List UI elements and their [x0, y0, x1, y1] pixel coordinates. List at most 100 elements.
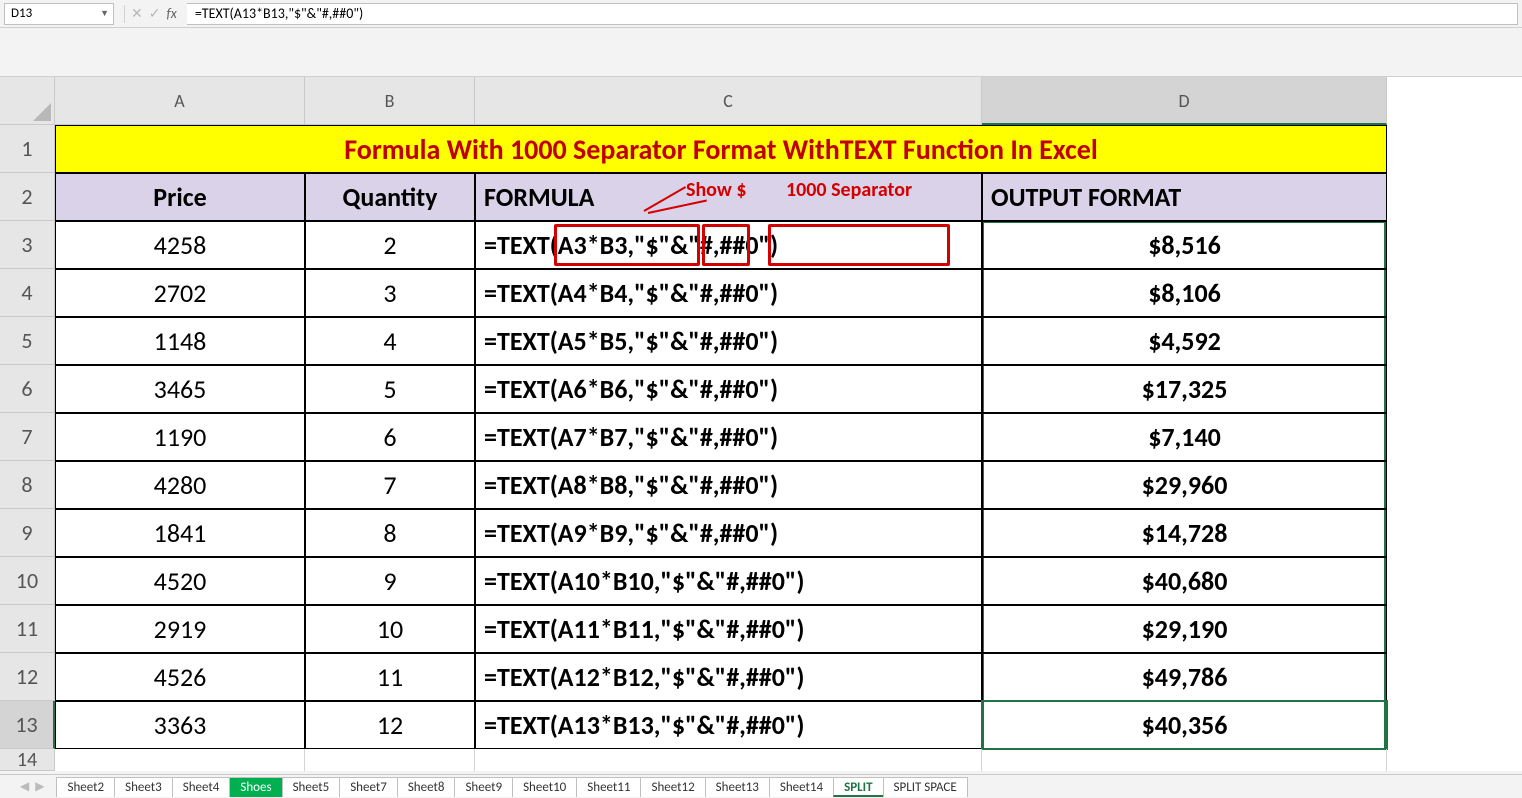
cell-D8[interactable]: $29,960 — [982, 461, 1387, 509]
cell-D11[interactable]: $29,190 — [982, 605, 1387, 653]
sheet-tab[interactable]: Sheet2 — [56, 777, 115, 797]
sheet-tab[interactable]: Sheet4 — [172, 777, 231, 797]
cell-B5[interactable]: 4 — [305, 317, 475, 365]
cell-D13[interactable]: $40,356 — [982, 701, 1387, 749]
formula-text: =TEXT(A13*B13,"$"&"#,##0") — [195, 5, 363, 22]
row-header-11[interactable]: 11 — [0, 605, 55, 653]
col-header-C[interactable]: C — [475, 77, 982, 125]
cell-C12[interactable]: =TEXT(A12*B12,"$"&"#,##0") — [475, 653, 982, 701]
cell-B9[interactable]: 8 — [305, 509, 475, 557]
header-formula[interactable]: FORMULA Show $ 1000 Separator — [475, 173, 982, 221]
cell-C5[interactable]: =TEXT(A5*B5,"$"&"#,##0") — [475, 317, 982, 365]
cell-A14[interactable] — [55, 749, 305, 771]
cell-A5[interactable]: 1148 — [55, 317, 305, 365]
cell-D5[interactable]: $4,592 — [982, 317, 1387, 365]
select-all-corner[interactable] — [0, 77, 55, 125]
tab-prev-icon[interactable]: ◀ — [20, 779, 29, 794]
cell-B3[interactable]: 2 — [305, 221, 475, 269]
cell-C8[interactable]: =TEXT(A8*B8,"$"&"#,##0") — [475, 461, 982, 509]
col-header-D[interactable]: D — [982, 77, 1387, 125]
cell-B11[interactable]: 10 — [305, 605, 475, 653]
cell-C13[interactable]: =TEXT(A13*B13,"$"&"#,##0") — [475, 701, 982, 749]
sheet-tab[interactable]: Sheet3 — [114, 777, 173, 797]
sheet-tab[interactable]: Shoes — [229, 777, 282, 797]
cell-A9[interactable]: 1841 — [55, 509, 305, 557]
sheet-tab[interactable]: Sheet12 — [640, 777, 705, 797]
cell-B8[interactable]: 7 — [305, 461, 475, 509]
cell-D3[interactable]: $8,516 — [982, 221, 1387, 269]
row-header-5[interactable]: 5 — [0, 317, 55, 365]
cell-D9[interactable]: $14,728 — [982, 509, 1387, 557]
row-header-4[interactable]: 4 — [0, 269, 55, 317]
cell-B14[interactable] — [305, 749, 475, 771]
cell-D10[interactable]: $40,680 — [982, 557, 1387, 605]
row-header-8[interactable]: 8 — [0, 461, 55, 509]
cell-B7[interactable]: 6 — [305, 413, 475, 461]
header-price[interactable]: Price — [55, 173, 305, 221]
title-cell[interactable]: Formula With 1000 Separator Format WithT… — [55, 125, 1387, 173]
cell-C4[interactable]: =TEXT(A4*B4,"$"&"#,##0") — [475, 269, 982, 317]
header-quantity[interactable]: Quantity — [305, 173, 475, 221]
formula-input[interactable]: =TEXT(A13*B13,"$"&"#,##0") — [187, 3, 1518, 25]
cell-C11[interactable]: =TEXT(A11*B11,"$"&"#,##0") — [475, 605, 982, 653]
row-header-7[interactable]: 7 — [0, 413, 55, 461]
row-header-12[interactable]: 12 — [0, 653, 55, 701]
fx-icon[interactable]: fx — [166, 5, 176, 22]
sheet-tab[interactable]: Sheet9 — [454, 777, 513, 797]
sheet-tab[interactable]: Sheet13 — [705, 777, 770, 797]
cell-C3[interactable]: =TEXT(A3*B3,"$"&"#,##0") — [475, 221, 982, 269]
cell-B10[interactable]: 9 — [305, 557, 475, 605]
cell-C9[interactable]: =TEXT(A9*B9,"$"&"#,##0") — [475, 509, 982, 557]
accept-icon[interactable]: ✓ — [149, 5, 161, 22]
cell-A13[interactable]: 3363 — [55, 701, 305, 749]
row-header-14[interactable]: 14 — [0, 749, 55, 771]
col-header-B[interactable]: B — [305, 77, 475, 125]
sheet-tab[interactable]: Sheet7 — [339, 777, 398, 797]
sheet-tab[interactable]: Sheet10 — [512, 777, 577, 797]
cell-A7[interactable]: 1190 — [55, 413, 305, 461]
cell-B12[interactable]: 11 — [305, 653, 475, 701]
row-header-10[interactable]: 10 — [0, 557, 55, 605]
cell-C14[interactable] — [475, 749, 982, 771]
cell-B13[interactable]: 12 — [305, 701, 475, 749]
row-header-3[interactable]: 3 — [0, 221, 55, 269]
cell-B4[interactable]: 3 — [305, 269, 475, 317]
cell-D12[interactable]: $49,786 — [982, 653, 1387, 701]
cell-A3[interactable]: 4258 — [55, 221, 305, 269]
cell-C7[interactable]: =TEXT(A7*B7,"$"&"#,##0") — [475, 413, 982, 461]
spreadsheet-grid[interactable]: A B C D 1 Formula With 1000 Separator Fo… — [0, 77, 1522, 771]
row-header-2[interactable]: 2 — [0, 173, 55, 221]
cell-B6[interactable]: 5 — [305, 365, 475, 413]
name-box-dropdown-icon[interactable]: ▼ — [100, 8, 109, 19]
row-header-1[interactable]: 1 — [0, 125, 55, 173]
row-header-6[interactable]: 6 — [0, 365, 55, 413]
cell-A6[interactable]: 3465 — [55, 365, 305, 413]
cell-D7[interactable]: $7,140 — [982, 413, 1387, 461]
cancel-icon[interactable]: ✕ — [131, 5, 143, 22]
row-header-9[interactable]: 9 — [0, 509, 55, 557]
name-box[interactable]: D13 ▼ — [4, 3, 114, 25]
cell-D4[interactable]: $8,106 — [982, 269, 1387, 317]
sheet-tab[interactable]: Sheet5 — [282, 777, 341, 797]
ribbon-gap — [0, 28, 1522, 77]
cell-C6[interactable]: =TEXT(A6*B6,"$"&"#,##0") — [475, 365, 982, 413]
cell-A10[interactable]: 4520 — [55, 557, 305, 605]
cell-A12[interactable]: 4526 — [55, 653, 305, 701]
cell-D14[interactable] — [982, 749, 1387, 771]
header-output[interactable]: OUTPUT FORMAT — [982, 173, 1387, 221]
cell-A4[interactable]: 2702 — [55, 269, 305, 317]
sheet-tab[interactable]: Sheet11 — [576, 777, 641, 797]
sheet-tab-strip: ◀ ▶ Sheet2 Sheet3 Sheet4 Shoes Sheet5 Sh… — [0, 774, 1522, 798]
tab-next-icon[interactable]: ▶ — [35, 779, 44, 794]
cell-A8[interactable]: 4280 — [55, 461, 305, 509]
sheet-tab[interactable]: SPLIT SPACE — [883, 777, 968, 797]
cell-A11[interactable]: 2919 — [55, 605, 305, 653]
sheet-tab[interactable]: Sheet14 — [769, 777, 834, 797]
sheet-tab[interactable]: Sheet8 — [397, 777, 456, 797]
row-header-13[interactable]: 13 — [0, 701, 55, 749]
sheet-tab[interactable]: SPLIT — [833, 777, 883, 797]
cell-C10[interactable]: =TEXT(A10*B10,"$"&"#,##0") — [475, 557, 982, 605]
cell-D6[interactable]: $17,325 — [982, 365, 1387, 413]
col-header-A[interactable]: A — [55, 77, 305, 125]
formula-bar: D13 ▼ ✕ ✓ fx =TEXT(A13*B13,"$"&"#,##0") — [0, 0, 1522, 28]
